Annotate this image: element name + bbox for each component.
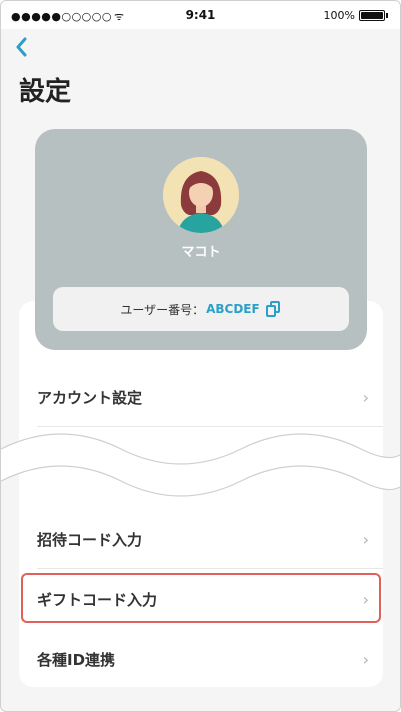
highlight-box xyxy=(21,573,381,623)
battery-indicator: 100% xyxy=(324,9,388,22)
chevron-right-icon: › xyxy=(362,530,369,549)
chevron-left-icon xyxy=(16,37,27,57)
user-id-label: ユーザー番号： xyxy=(120,302,205,317)
back-button[interactable] xyxy=(15,37,27,62)
menu-item-id-link[interactable]: 各種ID連携 › xyxy=(19,631,383,689)
battery-icon xyxy=(359,10,385,21)
menu-item-label: 各種ID連携 xyxy=(37,651,116,669)
chevron-right-icon: › xyxy=(362,650,369,669)
omission-wave xyxy=(1,433,400,497)
divider xyxy=(37,568,383,569)
copy-icon[interactable] xyxy=(265,301,282,317)
avatar xyxy=(163,157,239,233)
user-id-value: ABCDEF xyxy=(206,302,260,316)
user-avatar-icon xyxy=(163,157,239,233)
user-id-box: ユーザー番号： ABCDEF xyxy=(53,287,349,331)
menu-item-invite-code[interactable]: 招待コード入力 › xyxy=(19,511,383,569)
status-bar: ●●●●●○○○○○ ᯤ 9:41 100% xyxy=(1,1,400,29)
profile-card: マコト ユーザー番号： ABCDEF xyxy=(35,129,367,350)
phone-screen: ●●●●●○○○○○ ᯤ 9:41 100% 設定 マコト ユーザー番号： AB… xyxy=(0,0,401,712)
profile-name: マコト xyxy=(181,245,221,260)
battery-percent: 100% xyxy=(323,9,355,22)
menu-item-label: 招待コード入力 xyxy=(37,531,143,549)
page-title: 設定 xyxy=(19,77,72,107)
battery-cap xyxy=(386,13,388,18)
